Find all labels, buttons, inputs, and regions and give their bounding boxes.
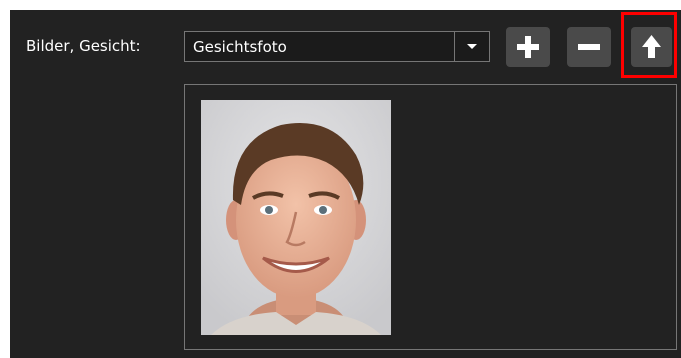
remove-image-button[interactable] <box>567 27 611 67</box>
minus-icon <box>578 44 600 50</box>
chevron-down-icon[interactable] <box>455 32 489 61</box>
highlight-box <box>621 12 677 78</box>
plus-icon <box>517 36 539 58</box>
image-preview-area <box>184 84 677 350</box>
field-label: Bilder, Gesicht: <box>26 37 141 55</box>
add-image-button[interactable] <box>506 27 550 67</box>
face-photo[interactable] <box>201 100 391 335</box>
select-value: Gesichtsfoto <box>193 38 287 56</box>
image-type-select[interactable]: Gesichtsfoto <box>184 31 490 62</box>
